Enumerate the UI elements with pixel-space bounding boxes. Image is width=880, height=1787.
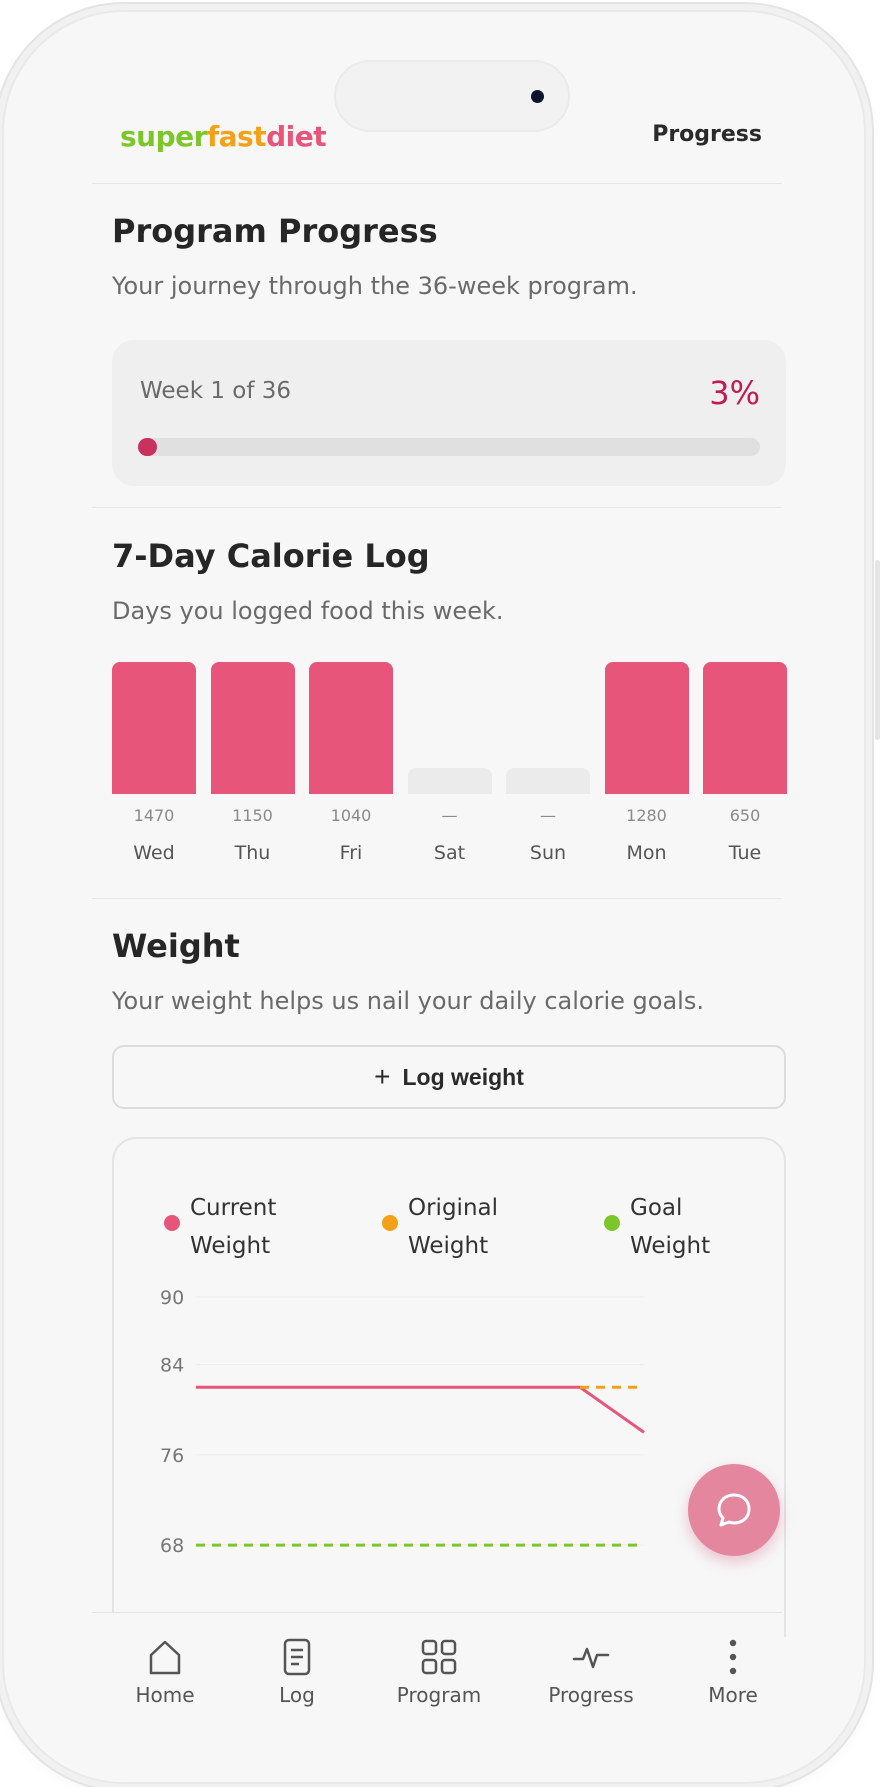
tab-log-label: Log	[279, 1683, 315, 1707]
calorie-bar	[112, 662, 196, 794]
legend-dot-original	[382, 1215, 398, 1231]
progress-percent: 3%	[709, 374, 760, 412]
section-divider	[92, 898, 782, 899]
plus-icon: +	[374, 1061, 391, 1092]
progress-fill	[138, 438, 157, 456]
y-tick-label: 68	[160, 1535, 184, 1557]
log-icon	[283, 1638, 311, 1676]
y-tick-label: 76	[160, 1445, 184, 1467]
legend-label-original: Original Weight	[408, 1195, 499, 1259]
calorie-day-label: Sun	[529, 842, 567, 864]
chat-button[interactable]	[688, 1464, 780, 1556]
calorie-value: —	[540, 806, 556, 825]
calorie-day-label: Tue	[728, 842, 762, 864]
calorie-day-thu[interactable]: 1150 Thu	[210, 662, 295, 872]
tab-progress-label: Progress	[548, 1683, 634, 1707]
logo-part-diet: diet	[266, 120, 327, 153]
legend-dot-goal	[604, 1215, 620, 1231]
header-progress-link[interactable]: Progress	[652, 122, 762, 147]
calorie-bar	[309, 662, 393, 794]
tab-log[interactable]: Log	[232, 1637, 362, 1707]
calorie-value: 1040	[330, 806, 372, 825]
tab-more[interactable]: More	[668, 1637, 798, 1707]
logo-part-fast: fast	[206, 120, 267, 153]
bottom-tab-bar: Home Log Program Progress More	[92, 1612, 782, 1722]
tab-program-label: Program	[396, 1683, 482, 1707]
calorie-day-label: Fri	[339, 842, 363, 864]
tab-home-label: Home	[135, 1683, 195, 1707]
phone-side-button-right	[875, 560, 880, 740]
logo-part-super: super	[120, 120, 207, 153]
calorie-value: 650	[729, 806, 761, 825]
app-logo[interactable]: superfastdiet	[120, 120, 327, 153]
calorie-day-tue[interactable]: 650 Tue	[703, 662, 787, 872]
grid-icon	[421, 1639, 457, 1675]
calorie-day-sun[interactable]: — Sun	[506, 662, 590, 872]
calorie-bar	[604, 662, 689, 794]
legend-label-current: Current Weight	[190, 1195, 277, 1259]
calorie-bar	[407, 768, 492, 794]
calorie-bar	[703, 662, 787, 794]
more-icon	[729, 1639, 737, 1675]
calorie-log-title: 7-Day Calorie Log	[112, 537, 430, 575]
legend-label-goal: Goal Weight	[630, 1195, 711, 1259]
calorie-day-label: Thu	[234, 842, 271, 864]
calorie-log-subtitle: Days you logged food this week.	[112, 597, 504, 625]
weight-title: Weight	[112, 927, 240, 965]
program-progress-title: Program Progress	[112, 212, 438, 250]
series-line-current-weight	[196, 1385, 645, 1434]
tab-progress[interactable]: Progress	[526, 1637, 656, 1707]
weight-chart-card: Current Weight Original Weight Goal Weight …	[112, 1137, 786, 1637]
log-weight-button[interactable]: + Log weight	[112, 1045, 786, 1109]
week-label: Week 1 of 36	[140, 378, 292, 404]
calorie-day-label: Mon	[626, 842, 667, 864]
home-icon	[149, 1640, 181, 1675]
app-header: superfastdiet Progress	[92, 100, 782, 184]
calorie-day-fri[interactable]: 1040 Fri	[309, 662, 393, 872]
calorie-day-label: Sat	[433, 842, 466, 864]
calorie-bar	[506, 768, 590, 794]
tab-home[interactable]: Home	[100, 1637, 230, 1707]
progress-track	[138, 438, 760, 456]
chat-bubble-icon	[717, 1493, 751, 1527]
calorie-value: 1280	[626, 806, 667, 825]
weight-line-chart: 90 84 76 68	[160, 1287, 645, 1557]
program-progress-subtitle: Your journey through the 36-week program…	[112, 272, 638, 300]
program-progress-card: Week 1 of 36 3%	[112, 340, 786, 486]
y-tick-label: 84	[160, 1355, 184, 1377]
calorie-value: 1150	[232, 806, 273, 825]
log-weight-label: Log weight	[402, 1063, 524, 1090]
y-tick-label: 90	[160, 1287, 184, 1309]
weight-subtitle: Your weight helps us nail your daily cal…	[112, 987, 704, 1015]
calorie-day-label: Wed	[133, 842, 175, 864]
calorie-day-sat[interactable]: — Sat	[407, 662, 492, 872]
calorie-day-mon[interactable]: 1280 Mon	[604, 662, 689, 872]
calorie-day-wed[interactable]: 1470 Wed	[112, 662, 196, 872]
section-divider	[92, 507, 782, 508]
calorie-bars: 1470 Wed 1150 Thu 1040 Fri — Sat — Sun 1280 Mon 650 T…	[112, 662, 788, 872]
calorie-value: 1470	[133, 806, 175, 825]
tab-program[interactable]: Program	[374, 1637, 504, 1707]
tab-more-label: More	[708, 1683, 758, 1707]
calorie-value: —	[441, 806, 458, 825]
calorie-bar	[210, 662, 295, 794]
legend-dot-current	[164, 1215, 180, 1231]
activity-icon	[572, 1647, 610, 1669]
